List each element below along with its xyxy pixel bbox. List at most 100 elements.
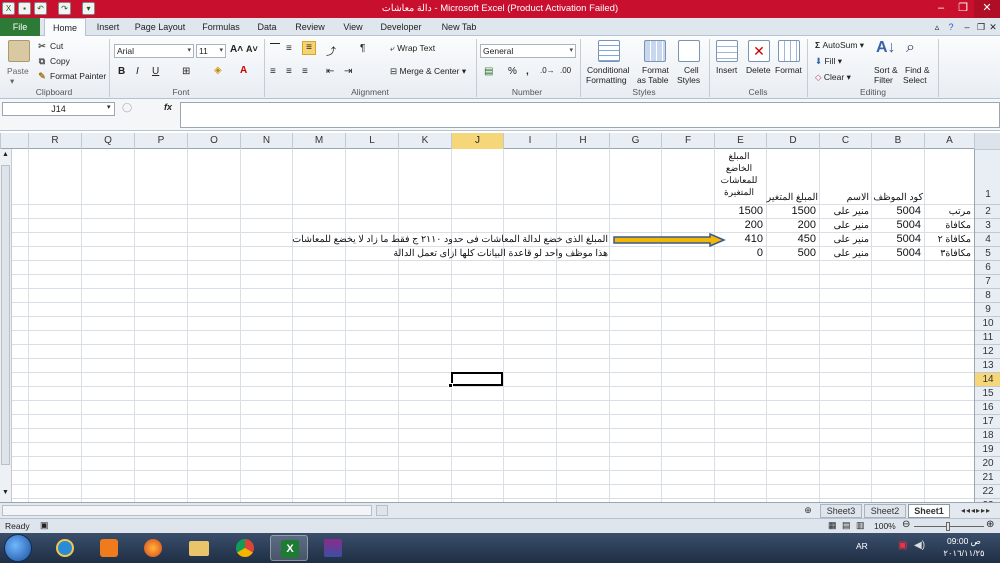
zoom-in-icon[interactable]: ⊕ xyxy=(986,519,994,530)
help-icon[interactable]: ? xyxy=(944,18,958,36)
cell-c5[interactable]: منير على xyxy=(819,248,869,259)
cell-c2[interactable]: منير على xyxy=(819,206,869,217)
insert-button[interactable]: Insert xyxy=(716,65,737,75)
format-as-table-icon[interactable] xyxy=(644,40,666,62)
format-as-table-label[interactable]: Format xyxy=(642,65,669,75)
fill-handle[interactable] xyxy=(448,383,453,388)
page-break-view-icon[interactable]: ▥ xyxy=(856,520,865,531)
cut-icon[interactable]: ✂ xyxy=(36,40,48,52)
macro-record-icon[interactable]: ▣ xyxy=(40,520,49,531)
chrome-icon[interactable] xyxy=(226,535,264,561)
row-header-17[interactable]: 17 xyxy=(975,414,1000,428)
cell-b3[interactable]: 5004 xyxy=(871,219,921,231)
column-header-c[interactable]: C xyxy=(819,133,871,149)
find-binoculars-icon[interactable]: ⌕ xyxy=(906,39,915,57)
text-direction-icon[interactable]: ¶ xyxy=(360,43,365,54)
chevron-down-icon[interactable]: ▾ xyxy=(107,103,111,111)
row-header-2[interactable]: 2 xyxy=(975,204,1000,218)
row-header-8[interactable]: 8 xyxy=(975,288,1000,302)
tab-review[interactable]: Review xyxy=(290,18,330,36)
increase-indent-icon[interactable]: ⇥ xyxy=(344,66,352,77)
insert-function-icon[interactable]: fx xyxy=(164,102,172,112)
header-cell-d[interactable]: المبلغ المتغير xyxy=(767,192,818,203)
cell-e5[interactable]: 0 xyxy=(714,247,763,259)
cut-button[interactable]: Cut xyxy=(50,41,63,51)
scroll-thumb[interactable] xyxy=(376,505,388,516)
align-middle-icon[interactable]: ≡ xyxy=(286,43,292,54)
column-header-m[interactable]: M xyxy=(292,133,345,149)
find-select-label-2[interactable]: Select xyxy=(903,75,927,85)
excel-taskbar-icon[interactable]: X xyxy=(270,535,308,561)
underline-icon[interactable]: U xyxy=(152,66,159,77)
column-header-k[interactable]: K xyxy=(398,133,451,149)
merge-center-button[interactable]: ⊟ Merge & Center ▾ xyxy=(390,66,466,77)
grow-font-icon[interactable]: A˄ xyxy=(230,44,243,55)
increase-decimal-icon[interactable]: .0→ xyxy=(540,66,555,75)
normal-view-icon[interactable]: ▦ xyxy=(828,520,837,531)
column-header-d[interactable]: D xyxy=(766,133,819,149)
row-header-18[interactable]: 18 xyxy=(975,428,1000,442)
column-header-f[interactable]: F xyxy=(661,133,714,149)
column-header-g[interactable]: G xyxy=(609,133,661,149)
insert-cells-icon[interactable] xyxy=(716,40,738,62)
format-painter-icon[interactable]: ✎ xyxy=(36,70,48,82)
volume-icon[interactable]: ◀) xyxy=(914,540,925,551)
cell-c4[interactable]: منير على xyxy=(819,234,869,245)
cell-e2[interactable]: 1500 xyxy=(714,205,763,217)
cell-d5[interactable]: 500 xyxy=(766,247,816,259)
language-indicator[interactable]: AR xyxy=(856,541,868,551)
paste-button[interactable]: Paste xyxy=(7,66,29,76)
horizontal-scrollbar[interactable] xyxy=(2,505,372,516)
sort-filter-label[interactable]: Sort & xyxy=(874,65,898,75)
column-header-j[interactable]: J xyxy=(451,133,503,149)
fill-color-icon[interactable]: ◈ xyxy=(214,65,222,76)
align-right-icon[interactable]: ≡ xyxy=(302,66,308,77)
row-header-7[interactable]: 7 xyxy=(975,274,1000,288)
decrease-decimal-icon[interactable]: .00 xyxy=(560,66,571,75)
format-cells-icon[interactable] xyxy=(778,40,800,62)
number-format-combo[interactable]: General ▾ xyxy=(480,44,576,58)
tab-formulas[interactable]: Formulas xyxy=(196,18,246,36)
delete-button[interactable]: Delete xyxy=(746,65,771,75)
zoom-level[interactable]: 100% xyxy=(874,521,896,531)
header-cell-e[interactable]: المبلغ الخاضع للمعاشات المتغيرة xyxy=(714,150,764,198)
cell-a5[interactable]: مكافاة٣ xyxy=(924,248,971,259)
delete-cells-icon[interactable]: ✕ xyxy=(748,40,770,62)
cell-b4[interactable]: 5004 xyxy=(871,233,921,245)
tab-page-layout[interactable]: Page Layout xyxy=(130,18,190,36)
row-header-14[interactable]: 14 xyxy=(975,372,1000,386)
row-header-16[interactable]: 16 xyxy=(975,400,1000,414)
format-painter-button[interactable]: Format Painter xyxy=(50,71,106,81)
close-icon[interactable]: ✕ xyxy=(974,0,1000,18)
decrease-indent-icon[interactable]: ⇤ xyxy=(326,66,334,77)
sheet-tab-sheet1[interactable]: Sheet1 xyxy=(908,504,950,518)
clock-date[interactable]: ٢٠١٦/١١/٢٥ xyxy=(934,548,994,559)
cell-c3[interactable]: منير على xyxy=(819,220,869,231)
sheet-tab-sheet3[interactable]: Sheet3 xyxy=(820,504,862,518)
cell-styles-label-2[interactable]: Styles xyxy=(677,75,700,85)
cell-d2[interactable]: 1500 xyxy=(766,205,816,217)
autosum-button[interactable]: Σ AutoSum ▾ xyxy=(815,40,864,51)
doc-close-icon[interactable]: ✕ xyxy=(986,18,1000,36)
column-header-r[interactable]: R xyxy=(28,133,81,149)
doc-minimize-icon[interactable]: – xyxy=(960,18,974,36)
conditional-formatting-label[interactable]: Conditional xyxy=(587,65,630,75)
find-select-label[interactable]: Find & xyxy=(905,65,930,75)
zoom-out-icon[interactable]: ⊖ xyxy=(902,519,910,530)
conditional-formatting-icon[interactable] xyxy=(598,40,620,62)
active-cell-j14[interactable] xyxy=(451,372,503,386)
tab-home[interactable]: Home xyxy=(44,18,86,37)
row-header-6[interactable]: 6 xyxy=(975,260,1000,274)
network-icon[interactable]: ▣ xyxy=(898,540,907,551)
column-header-q[interactable]: Q xyxy=(81,133,134,149)
file-explorer-icon[interactable] xyxy=(180,535,218,561)
font-name-combo[interactable]: Arial ▾ xyxy=(114,44,194,58)
note-cell-h5[interactable]: هذا موظف واحد لو قاعدة البيانات كلها ازا… xyxy=(352,248,608,259)
tab-view[interactable]: View xyxy=(336,18,370,36)
wrap-text-button[interactable]: ⤶ Wrap Text xyxy=(390,43,435,54)
clear-button[interactable]: ◇ Clear ▾ xyxy=(815,72,851,83)
row-header-3[interactable]: 3 xyxy=(975,218,1000,232)
borders-icon[interactable]: ⊞ xyxy=(182,66,190,77)
tab-insert[interactable]: Insert xyxy=(88,18,128,36)
column-header-l[interactable]: L xyxy=(345,133,398,149)
